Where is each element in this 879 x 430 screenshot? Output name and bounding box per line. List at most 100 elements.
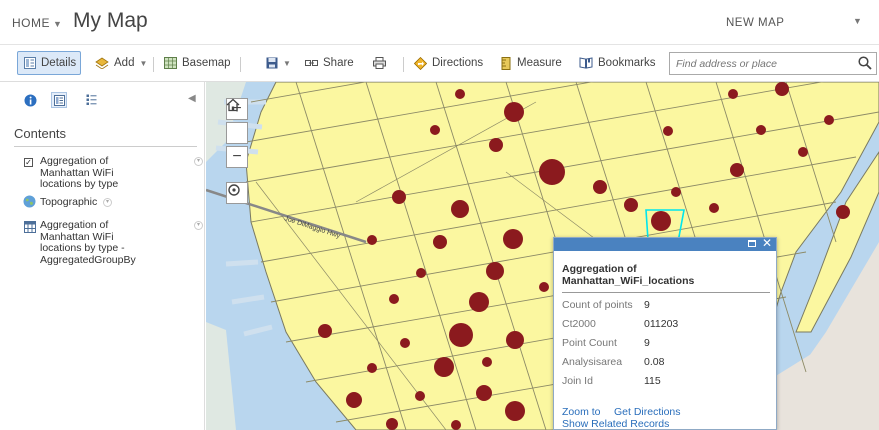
toolbar: Details Add ▼ Basemap ▼ Share Directions…	[0, 45, 879, 82]
maximize-icon[interactable]	[748, 240, 756, 247]
basemap-icon	[164, 57, 177, 69]
chevron-down-icon: ▼	[283, 58, 291, 68]
aggregation-point	[449, 323, 473, 347]
aggregation-point	[318, 324, 332, 338]
share-label: Share	[323, 57, 354, 69]
collapse-panel-icon[interactable]: ◀	[188, 93, 196, 104]
contents-heading: Contents	[14, 126, 67, 141]
search-input[interactable]	[670, 53, 845, 74]
chevron-down-icon[interactable]: ▼	[53, 19, 62, 29]
aggregation-point	[392, 190, 406, 204]
popup-title: Aggregation of Manhattan_WiFi_locations	[562, 263, 770, 287]
divider	[562, 292, 770, 293]
zoom-out-button[interactable]: −	[226, 146, 248, 168]
field-key: Analysisarea	[562, 356, 623, 368]
layer-item[interactable]: Aggregation of Manhattan WiFi locations …	[40, 219, 204, 266]
add-layer-icon	[95, 57, 109, 69]
aggregation-point	[434, 357, 454, 377]
toolbar-divider	[153, 57, 154, 72]
search-icon[interactable]	[858, 56, 872, 75]
aggregation-point	[476, 385, 492, 401]
add-label: Add	[114, 57, 135, 69]
add-button[interactable]: Add ▼	[95, 51, 147, 75]
layer-options-icon[interactable]: ▾	[103, 198, 112, 207]
details-button[interactable]: Details	[17, 51, 81, 75]
aggregation-point	[451, 200, 469, 218]
field-value: 9	[644, 299, 650, 311]
aggregation-point	[824, 115, 834, 125]
layer-item[interactable]: Aggregation of Manhattan WiFi locations …	[40, 155, 204, 191]
about-tab[interactable]	[22, 92, 38, 108]
print-button[interactable]	[373, 51, 391, 75]
basemap-button[interactable]: Basemap	[164, 51, 231, 75]
save-icon	[266, 57, 278, 69]
popup-title-line: Aggregation of	[562, 263, 637, 275]
aggregation-point	[433, 235, 447, 249]
aggregation-point	[386, 418, 398, 430]
contents-tab[interactable]	[51, 92, 67, 108]
home-menu[interactable]: HOME ▼	[12, 16, 62, 30]
field-value: 115	[644, 375, 661, 387]
home-extent-button[interactable]	[226, 98, 248, 144]
field-key: Count of points	[562, 299, 633, 311]
popup-title-line: Manhattan_WiFi_locations	[562, 275, 695, 287]
aggregation-point	[730, 163, 744, 177]
legend-icon	[86, 94, 96, 105]
share-button[interactable]: Share	[305, 51, 354, 75]
close-icon[interactable]: ✕	[762, 236, 772, 250]
aggregation-point	[505, 401, 525, 421]
aggregation-point	[539, 282, 549, 292]
legend-tab[interactable]	[83, 92, 99, 108]
directions-icon	[414, 56, 427, 70]
layer-visibility-checkbox[interactable]: ✓	[24, 158, 33, 167]
aggregation-point	[651, 211, 671, 231]
layer-options-icon[interactable]: ▾	[194, 221, 203, 230]
zoom-controls: + −	[226, 98, 248, 170]
aggregation-point	[671, 187, 681, 197]
info-icon	[24, 94, 36, 106]
measure-label: Measure	[517, 57, 562, 69]
contents-icon	[53, 94, 65, 106]
layer-name-line: locations by type	[40, 178, 119, 190]
new-map-button[interactable]: NEW MAP	[726, 17, 784, 29]
map-canvas[interactable]: Joe DiMaggio Hwy	[206, 82, 879, 430]
field-value: 9	[644, 337, 650, 349]
layer-name-line: Aggregation of	[40, 155, 109, 167]
aggregation-point	[416, 268, 426, 278]
map-view[interactable]: Joe DiMaggio Hwy + − ✕ Aggregation of Ma…	[206, 82, 879, 430]
save-button[interactable]: ▼	[266, 51, 291, 75]
aggregation-point	[728, 89, 738, 99]
toolbar-divider	[240, 57, 241, 72]
show-related-records-link[interactable]: Show Related Records	[562, 418, 669, 430]
aggregation-point	[430, 125, 440, 135]
directions-button[interactable]: Directions	[414, 51, 483, 75]
layer-options-icon[interactable]: ▾	[194, 157, 203, 166]
aggregation-point	[798, 147, 808, 157]
locate-button[interactable]	[226, 182, 248, 204]
chevron-down-icon[interactable]: ▼	[853, 16, 862, 26]
field-key: Ct2000	[562, 318, 596, 330]
aggregation-point	[504, 102, 524, 122]
basemap-label: Basemap	[182, 57, 231, 69]
bookmarks-button[interactable]: Bookmarks	[579, 51, 656, 75]
aggregation-point	[503, 229, 523, 249]
details-label: Details	[41, 57, 77, 69]
measure-button[interactable]: Measure	[500, 51, 562, 75]
search-box	[669, 52, 877, 75]
feature-popup: ✕ Aggregation of Manhattan_WiFi_location…	[553, 236, 777, 430]
globe-icon	[23, 195, 36, 213]
home-label[interactable]: HOME	[12, 16, 50, 30]
aggregation-point	[455, 89, 465, 99]
toolbar-divider	[403, 57, 404, 72]
details-icon	[24, 57, 36, 69]
directions-label: Directions	[432, 57, 484, 69]
divider	[14, 146, 197, 147]
zoom-to-link[interactable]: Zoom to	[562, 406, 601, 418]
get-directions-link[interactable]: Get Directions	[614, 406, 681, 418]
aggregation-point	[489, 138, 503, 152]
field-key: Join Id	[562, 375, 593, 387]
layer-item[interactable]: Topographic ▾	[40, 196, 204, 209]
aggregation-point	[593, 180, 607, 194]
field-value: 011203	[644, 318, 679, 330]
aggregation-point	[709, 203, 719, 213]
